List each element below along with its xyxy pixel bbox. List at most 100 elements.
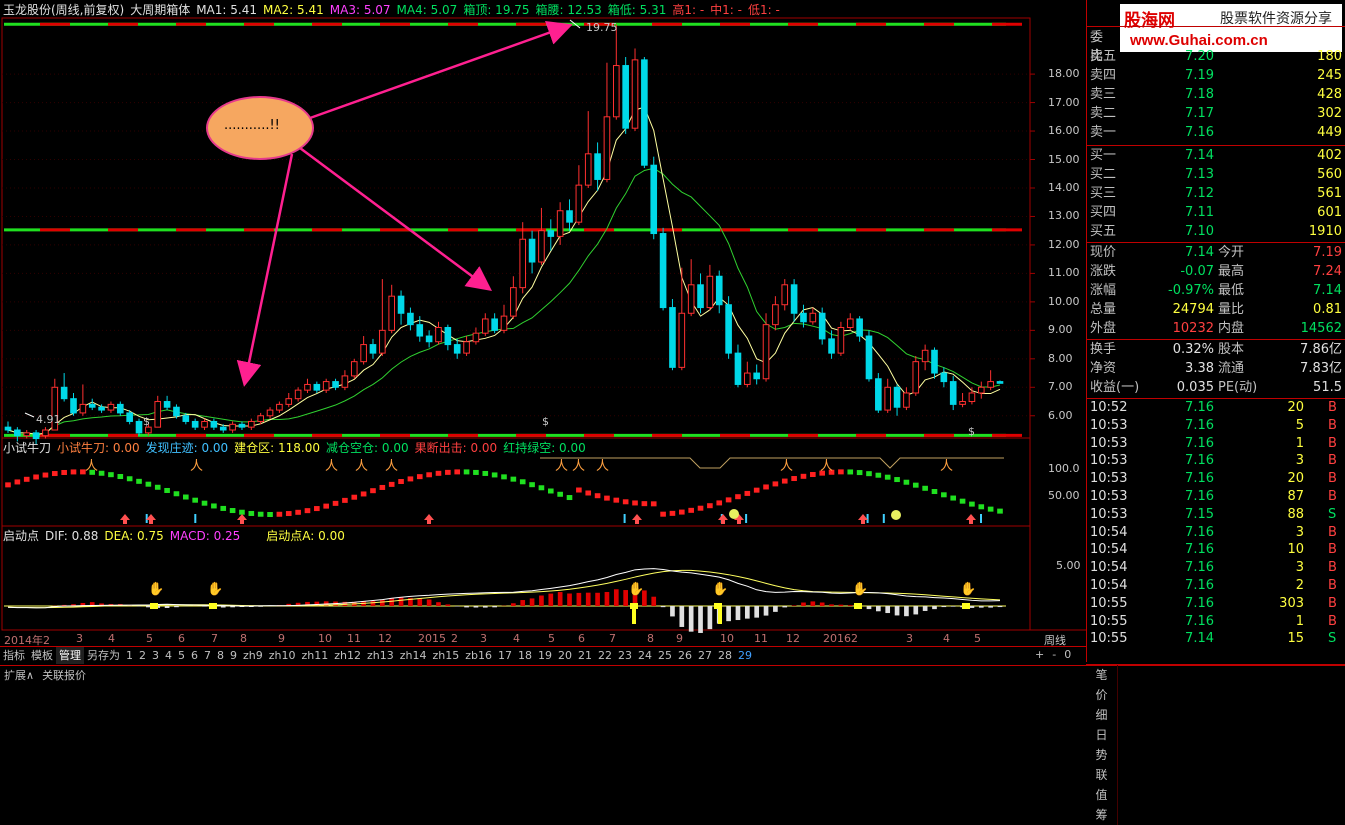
sub2-name[interactable]: 启动点 [3, 529, 39, 543]
indicator-tab[interactable]: zh13 [364, 647, 397, 664]
indicator-tab[interactable]: 18 [515, 647, 535, 664]
tick-side: B [1328, 560, 1337, 576]
candle-body [145, 426, 152, 434]
sub1-bar [810, 472, 816, 478]
date-tick-label: 12 [786, 632, 800, 645]
candle-body [463, 341, 470, 354]
candle-body [809, 312, 817, 323]
price-tick-label: 15.00 [1048, 152, 1080, 166]
indicator-tab[interactable]: 21 [575, 647, 595, 664]
expand-button[interactable]: 扩展∧ [0, 666, 38, 686]
sub1-bar [117, 474, 124, 480]
ask-row[interactable]: 卖五 7.20 180 [1088, 47, 1343, 66]
indicator-tab[interactable]: zh12 [331, 647, 364, 664]
chart-canvas[interactable]: 人人人人人人人人人人人✋ ✋ ✋ ✋ ✋ ✋ [0, 0, 1086, 646]
quote-value-2: 14562 [1300, 321, 1342, 336]
related-quotes-button[interactable]: 关联报价 [38, 666, 90, 686]
indicator-tab[interactable]: 另存为 [84, 647, 123, 664]
indicator-tab[interactable]: 29 [735, 647, 755, 664]
ask-row[interactable]: 卖三 7.18 428 [1088, 85, 1343, 104]
price-tick-label: 11.00 [1048, 266, 1080, 280]
zoom-out-button[interactable]: - [1052, 648, 1056, 661]
indicator-tab[interactable]: 管理 [56, 647, 84, 664]
box-waist-value: 箱腰: 12.53 [535, 3, 602, 17]
sub1-bar [332, 500, 339, 506]
indicator-tab[interactable]: zh14 [397, 647, 430, 664]
indicator-tab[interactable]: 24 [635, 647, 655, 664]
indicator-tab[interactable]: zh11 [299, 647, 332, 664]
tick-volume: 20 [1287, 400, 1304, 415]
indicator-tab[interactable]: 6 [188, 647, 201, 664]
indicator-tab[interactable]: 7 [201, 647, 214, 664]
indicator-tab[interactable]: 1 [123, 647, 136, 664]
right-tab[interactable]: 势 [1086, 745, 1118, 765]
indicator-tab[interactable]: 19 [535, 647, 555, 664]
ask-row[interactable]: 卖四 7.19 245 [1088, 66, 1343, 85]
indicator-tab[interactable]: 5 [175, 647, 188, 664]
right-tab[interactable]: 筹 [1086, 805, 1118, 825]
date-tick-label: 9 [278, 632, 285, 645]
right-tab[interactable]: 日 [1086, 725, 1118, 745]
zoom-in-button[interactable]: + [1035, 648, 1044, 661]
right-tab[interactable]: 细 [1086, 705, 1118, 725]
sub1-bar [61, 469, 67, 475]
stock-name[interactable]: 玉龙股份(周线,前复权) [3, 3, 124, 17]
indicator-tab[interactable]: zh9 [240, 647, 266, 664]
indicator-tab[interactable]: 17 [495, 647, 515, 664]
quote-label-2: 今开 [1218, 245, 1245, 260]
indicator-name[interactable]: 大周期箱体 [130, 3, 190, 17]
indicator-tab[interactable]: 4 [162, 647, 175, 664]
bid-row[interactable]: 买四 7.11 601 [1088, 203, 1343, 222]
candle-body [678, 312, 686, 368]
sub1-bar [941, 492, 947, 498]
right-tab[interactable]: 笔 [1086, 665, 1118, 685]
indicator-tab[interactable]: zb16 [462, 647, 495, 664]
indicator-tab[interactable]: 22 [595, 647, 615, 664]
candle-body [322, 381, 330, 391]
indicator-tab[interactable]: zh15 [430, 647, 463, 664]
indicator-tab[interactable]: 28 [715, 647, 735, 664]
tick-price: 7.16 [1185, 489, 1214, 504]
ma4-value: MA4: 5.07 [396, 3, 458, 17]
bid-row[interactable]: 买一 7.14 402 [1088, 146, 1343, 165]
indicator-tab[interactable]: 27 [695, 647, 715, 664]
right-tab[interactable]: 价 [1086, 685, 1118, 705]
indicator-tab[interactable]: 9 [227, 647, 240, 664]
indicator-tab[interactable]: zh10 [266, 647, 299, 664]
right-tab[interactable]: 联 [1086, 765, 1118, 785]
indicator-tab[interactable]: 23 [615, 647, 635, 664]
sub1-bar [763, 484, 769, 490]
sub1-bar [23, 476, 30, 482]
tick-side: S [1328, 631, 1337, 647]
indicator-tab[interactable]: 20 [555, 647, 575, 664]
candle-body [940, 372, 948, 383]
dollar-marker: $ [968, 425, 975, 438]
sub1-bar [491, 472, 498, 478]
sub1-name[interactable]: 小试牛刀 [3, 441, 51, 455]
indicator-tab[interactable]: 2 [136, 647, 149, 664]
indicator-tab[interactable]: 模板 [28, 647, 56, 664]
indicator-tab[interactable]: 8 [214, 647, 227, 664]
bid-row[interactable]: 买五 7.10 1910 [1088, 222, 1343, 241]
candle-body [528, 238, 536, 263]
bid-row[interactable]: 买三 7.12 561 [1088, 184, 1343, 203]
candle-body [425, 335, 433, 343]
indicator-tab[interactable]: 3 [149, 647, 162, 664]
indicator-tab[interactable]: 26 [675, 647, 695, 664]
sub1-bar [351, 494, 358, 500]
candle-body [360, 344, 367, 363]
zoom-reset-button[interactable]: 0 [1064, 648, 1071, 661]
sub1-bar [547, 488, 554, 494]
indicator-tab[interactable]: 指标 [0, 647, 28, 664]
ask-row[interactable]: 卖一 7.16 449 [1088, 123, 1343, 142]
sub1-runner-icon: 人 [325, 459, 338, 474]
bid-row[interactable]: 买二 7.13 560 [1088, 165, 1343, 184]
sub1-bar [342, 497, 348, 503]
indicator-tab[interactable]: 25 [655, 647, 675, 664]
right-tab[interactable]: 值 [1086, 785, 1118, 805]
sub2-axis-5: 5.00 [1056, 559, 1081, 572]
tick-volume: 5 [1295, 417, 1304, 433]
sub1-header: 小试牛刀 小试牛刀: 0.00 发现庄迹: 0.00 建仓区: 118.00 减仓空仓:… [3, 441, 592, 455]
ask-row[interactable]: 卖二 7.17 302 [1088, 104, 1343, 123]
finance-label-1: 收益(一) [1090, 380, 1140, 395]
